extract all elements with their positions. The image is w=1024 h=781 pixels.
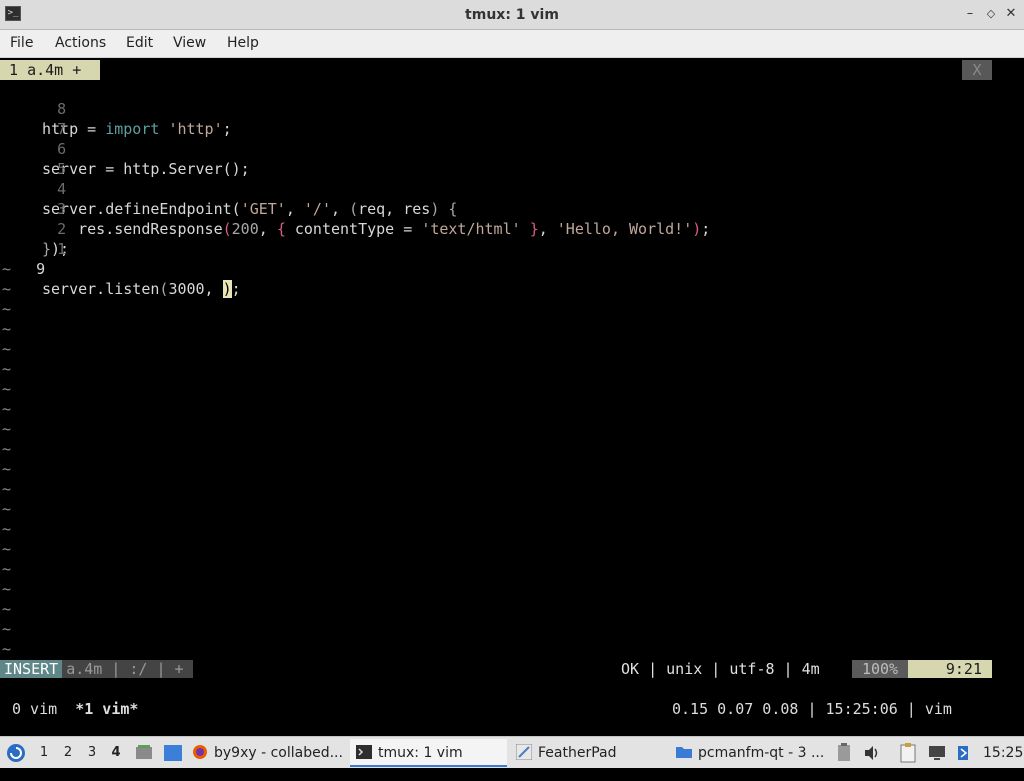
volume-button[interactable] [863, 737, 881, 769]
file-manager-icon [136, 745, 152, 759]
vim-status-right: OK | unix | utf-8 | 4m [621, 660, 820, 678]
taskbar: 1 2 3 4 by9xy - collabed... tmux: 1 vim … [0, 736, 1024, 768]
empty-line-tilde: ~ [2, 620, 12, 638]
code-line: 7 [0, 99, 66, 138]
minimize-button[interactable]: – [962, 6, 978, 22]
menu-edit[interactable]: Edit [126, 30, 153, 58]
tray-item[interactable] [836, 737, 852, 769]
show-desktop-button[interactable] [163, 737, 183, 769]
empty-line-tilde: ~ [2, 380, 12, 398]
code-line-current: 9 server.listen(3000, ); [0, 239, 241, 298]
clipboard-icon [838, 743, 850, 761]
empty-line-tilde: ~ [2, 260, 12, 278]
task-firefox[interactable]: by9xy - collabed... [192, 739, 344, 767]
display-icon [929, 746, 945, 760]
paste-icon [900, 743, 916, 763]
tmux-window-list: 0 vim *1 vim* [12, 699, 138, 719]
start-menu-icon [7, 744, 25, 762]
code-line: 6 server = http.Server(); [0, 119, 250, 178]
show-desktop-icon [164, 745, 182, 761]
close-button[interactable]: ✕ [1003, 6, 1019, 22]
empty-line-tilde: ~ [2, 600, 12, 618]
task-pcmanfm[interactable]: pcmanfm-qt - 3 ... [676, 739, 826, 767]
empty-line-tilde: ~ [2, 320, 12, 338]
empty-line-tilde: ~ [2, 360, 12, 378]
task-pcmanfm-label: pcmanfm-qt - 3 ... [698, 745, 825, 761]
window-title: tmux: 1 vim [465, 7, 559, 23]
empty-line-tilde: ~ [2, 400, 12, 418]
tmux-window-list-text: 0 vim *1 vim* [12, 700, 139, 718]
task-tmux-label: tmux: 1 vim [378, 745, 463, 761]
vim-tab-close-button[interactable]: X [962, 60, 992, 80]
vim-cursor-position: 9:21 [908, 660, 992, 678]
firefox-icon [193, 745, 207, 759]
empty-line-tilde: ~ [2, 580, 12, 598]
code-text: server.listen(3000, ); [42, 280, 241, 298]
code-line: 4 server.defineEndpoint('GET', '/', (req… [0, 159, 457, 218]
featherpad-icon [516, 744, 532, 760]
empty-line-tilde: ~ [2, 280, 12, 298]
maximize-button[interactable]: ◇ [983, 6, 999, 22]
empty-line-tilde: ~ [2, 640, 12, 658]
desktop-3-button[interactable]: 3 [83, 743, 101, 763]
empty-line-tilde: ~ [2, 440, 12, 458]
updates-tray-button[interactable] [955, 737, 971, 769]
code-text: server = http.Server(); [42, 160, 250, 178]
empty-line-tilde: ~ [2, 460, 12, 478]
window-titlebar: >_ tmux: 1 vim – ◇ ✕ [0, 0, 1024, 30]
network-tray-button[interactable] [927, 737, 947, 769]
vim-tab-label[interactable]: 1 a.4m + [0, 60, 100, 80]
code-text: server.defineEndpoint('GET', '/', (req, … [42, 200, 458, 218]
code-text: res.sendResponse(200, { contentType = 't… [42, 220, 711, 238]
file-manager-launcher[interactable] [135, 737, 153, 769]
task-tmux[interactable]: tmux: 1 vim [350, 739, 507, 767]
taskbar-clock[interactable]: 15:25 [983, 737, 1023, 769]
empty-line-tilde: ~ [2, 540, 12, 558]
desktop-4-button[interactable]: 4 [107, 743, 125, 763]
code-line: 1 [0, 219, 66, 258]
code-line: 2 }); [0, 199, 69, 258]
desktop-2-button[interactable]: 2 [59, 743, 77, 763]
vim-mode-indicator: INSERT [0, 660, 63, 678]
empty-line-tilde: ~ [2, 520, 12, 538]
vim-statusline-left: INSERT a.4m | :/ | + [0, 660, 194, 678]
menu-help[interactable]: Help [227, 30, 259, 58]
text-cursor: ) [222, 280, 232, 298]
empty-line-tilde: ~ [2, 560, 12, 578]
code-line: 5 [0, 139, 66, 178]
empty-line-tilde: ~ [2, 300, 12, 318]
terminal-area[interactable]: 1 a.4m + X 8 http = import 'http'; 7 6 s… [0, 58, 1024, 734]
terminal-icon [356, 745, 372, 759]
start-menu-button[interactable] [5, 737, 27, 769]
tmux-status-right: 0.15 0.07 0.08 | 15:25:06 | vim [672, 700, 952, 718]
empty-line-tilde: ~ [2, 480, 12, 498]
desktop-1-button[interactable]: 1 [35, 743, 53, 763]
volume-icon [865, 746, 878, 760]
folder-icon [676, 747, 692, 758]
menubar: File Actions Edit View Help [0, 30, 1024, 58]
line-number-current: 9 [36, 260, 46, 278]
update-icon [958, 746, 968, 760]
code-text: http = import 'http'; [42, 120, 232, 138]
task-firefox-label: by9xy - collabed... [214, 745, 343, 761]
empty-line-tilde: ~ [2, 420, 12, 438]
empty-line-tilde: ~ [2, 340, 12, 358]
task-featherpad[interactable]: FeatherPad [516, 739, 666, 767]
vim-file-info: a.4m | :/ | + [62, 660, 194, 678]
menu-view[interactable]: View [173, 30, 206, 58]
menu-actions[interactable]: Actions [55, 30, 106, 58]
task-featherpad-label: FeatherPad [538, 745, 617, 761]
menu-file[interactable]: File [10, 30, 33, 58]
vim-tab-text: 1 a.4m + [9, 61, 82, 79]
clipboard-tray-button[interactable] [898, 737, 918, 769]
vim-scroll-percent: 100% [852, 660, 908, 678]
code-line: 3 res.sendResponse(200, { contentType = … [0, 179, 710, 238]
code-line: 8 http = import 'http'; [0, 79, 232, 138]
empty-line-tilde: ~ [2, 500, 12, 518]
